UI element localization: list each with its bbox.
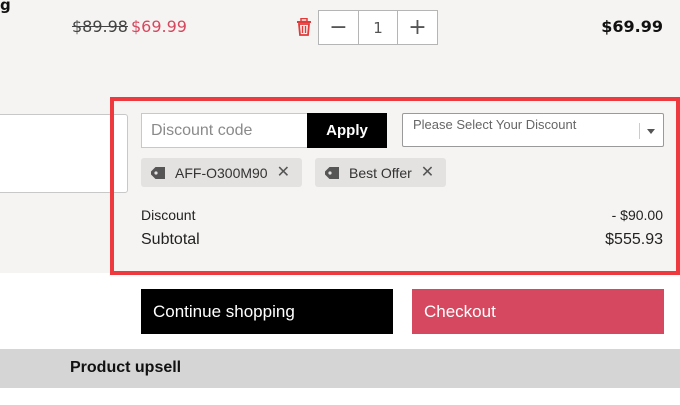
discount-code-input[interactable] — [141, 113, 307, 148]
tag-icon — [324, 166, 340, 180]
sale-price: $69.99 — [131, 17, 187, 36]
checkout-button[interactable]: Checkout — [412, 289, 664, 334]
discount-select-placeholder: Please Select Your Discount — [413, 117, 577, 132]
decrease-quantity-button[interactable]: − — [319, 11, 358, 44]
close-icon[interactable]: ✕ — [277, 164, 290, 181]
chevron-down-icon — [647, 129, 655, 134]
increase-quantity-button[interactable]: + — [398, 11, 437, 44]
product-name-fragment: g — [0, 0, 11, 14]
quantity-stepper: − 1 + — [318, 10, 438, 45]
discount-chip: AFF-O300M90 ✕ — [141, 158, 302, 187]
upsell-title: Product upsell — [70, 359, 182, 376]
close-icon[interactable]: ✕ — [421, 164, 434, 181]
discount-chip: Best Offer ✕ — [315, 158, 446, 187]
discount-chip-label: Best Offer — [349, 164, 412, 181]
trash-icon[interactable] — [296, 17, 312, 36]
subtotal-amount: $555.93 — [605, 231, 663, 248]
discount-select[interactable]: Please Select Your Discount — [402, 113, 664, 147]
tag-icon — [150, 166, 166, 180]
discount-chip-label: AFF-O300M90 — [175, 164, 268, 181]
quantity-value[interactable]: 1 — [358, 11, 398, 44]
discount-amount: - $90.00 — [611, 207, 663, 223]
apply-discount-button[interactable]: Apply — [307, 113, 387, 148]
continue-shopping-button[interactable]: Continue shopping — [141, 289, 393, 334]
discount-label: Discount — [141, 207, 196, 223]
subtotal-label: Subtotal — [141, 231, 200, 248]
line-total: $69.99 — [601, 17, 663, 36]
select-separator — [639, 123, 640, 139]
order-note-textarea[interactable] — [0, 114, 128, 193]
original-price: $89.98 — [72, 17, 128, 36]
